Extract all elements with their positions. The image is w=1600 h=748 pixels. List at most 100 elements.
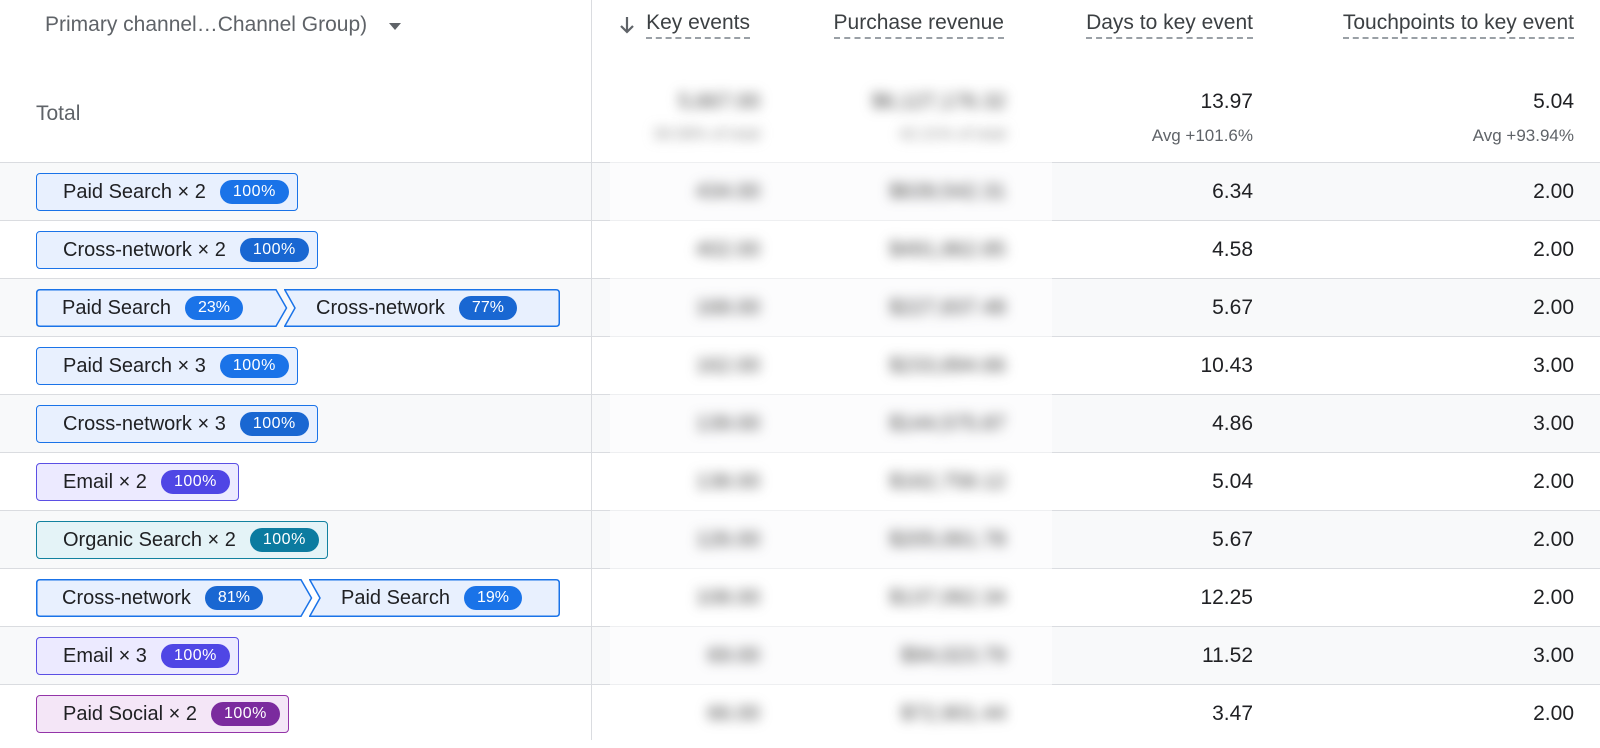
chip-percent: 100% [219, 180, 289, 204]
path-segment[interactable]: Paid Search 19% [309, 579, 560, 617]
touchpoints-cell: 2.00 [1533, 528, 1574, 551]
dimension-selector[interactable]: Primary channel…Channel Group) [45, 10, 402, 40]
days-cell: 5.67 [1212, 528, 1253, 551]
days-cell: 11.52 [1202, 644, 1253, 667]
chip-percent: 100% [210, 702, 280, 726]
days-cell: 5.04 [1212, 470, 1253, 493]
key-events-cell: 108.00 [695, 586, 760, 609]
chip-label: Organic Search × 2 [63, 528, 236, 551]
touchpoints-cell: 2.00 [1533, 180, 1574, 203]
chip-label: Email × 2 [63, 470, 147, 493]
revenue-cell: $94,023.79 [900, 644, 1006, 667]
column-divider [591, 0, 592, 740]
touchpoints-cell: 2.00 [1533, 296, 1574, 319]
touchpoints-cell: 2.00 [1533, 586, 1574, 609]
path-chip[interactable]: Paid Social × 2 100% [36, 695, 289, 733]
path-segment[interactable]: Cross-network 81% [36, 579, 313, 617]
touchpoints-cell: 2.00 [1533, 238, 1574, 261]
revenue-cell: $639,542.31 [889, 180, 1006, 203]
column-label-days-to-key-event[interactable]: Days to key event [1086, 11, 1253, 39]
segment-percent: 19% [463, 586, 522, 610]
column-header-days-to-key-event[interactable]: Days to key event [1086, 8, 1253, 42]
path-chip[interactable]: Paid Search × 2 100% [36, 173, 298, 211]
chip-label: Paid Search × 3 [63, 354, 206, 377]
days-cell: 4.58 [1212, 238, 1253, 261]
chip-percent: 100% [160, 644, 230, 668]
segment-label: Cross-network [316, 296, 445, 319]
segment-percent: 23% [184, 296, 243, 320]
path-segment[interactable]: Paid Search 23% [36, 289, 288, 327]
path-exploration-table: Primary channel…Channel Group) Key event… [0, 0, 1600, 748]
path-cell: Cross-network × 3 100% [36, 405, 318, 443]
column-header-touchpoints[interactable]: Touchpoints to key event [1342, 8, 1574, 42]
path-cell: Paid Social × 2 100% [36, 695, 289, 733]
chip-percent: 100% [160, 470, 230, 494]
days-cell: 12.25 [1200, 586, 1253, 609]
column-header-purchase-revenue[interactable]: Purchase revenue [833, 8, 1004, 42]
path-cell: Email × 2 100% [36, 463, 239, 501]
revenue-cell: $205,061.78 [889, 528, 1006, 551]
caret-down-icon[interactable] [389, 22, 402, 30]
path-segment[interactable]: Cross-network 77% [284, 289, 560, 327]
table-header: Primary channel…Channel Group) Key event… [0, 0, 1600, 60]
key-events-cell: 69.00 [707, 644, 760, 667]
revenue-cell: $72,901.44 [900, 702, 1006, 725]
path-chip[interactable]: Cross-network × 2 100% [36, 231, 318, 269]
total-days-value: 13.97 [1200, 90, 1253, 113]
key-events-cell: 402.00 [695, 238, 760, 261]
days-cell: 5.67 [1212, 296, 1253, 319]
chip-label: Paid Search × 2 [63, 180, 206, 203]
path-chip[interactable]: Email × 2 100% [36, 463, 239, 501]
segment-label: Cross-network [62, 586, 191, 609]
segment-label: Paid Search [62, 296, 171, 319]
key-events-cell: 66.00 [707, 702, 760, 725]
total-revenue-sub: 42.21% of total [899, 126, 1006, 143]
touchpoints-cell: 3.00 [1533, 412, 1574, 435]
touchpoints-cell: 3.00 [1533, 644, 1574, 667]
revenue-cell: $227,837.48 [889, 296, 1006, 319]
days-cell: 10.43 [1200, 354, 1253, 377]
chip-percent: 100% [249, 528, 319, 552]
column-label-touchpoints[interactable]: Touchpoints to key event [1342, 11, 1574, 39]
path-cell: Cross-network 81% Paid Search 19% [36, 579, 560, 617]
path-chip[interactable]: Organic Search × 2 100% [36, 521, 328, 559]
total-touchpoints-value: 5.04 [1533, 90, 1574, 113]
key-events-cell: 168.00 [695, 296, 760, 319]
chip-label: Paid Social × 2 [63, 702, 197, 725]
key-events-cell: 139.00 [695, 412, 760, 435]
chip-percent: 100% [219, 354, 289, 378]
key-events-cell: 434.00 [695, 180, 760, 203]
path-chip[interactable]: Cross-network × 3 100% [36, 405, 318, 443]
segment-percent: 77% [458, 296, 517, 320]
key-events-cell: 138.00 [695, 470, 760, 493]
key-events-cell: 162.00 [695, 354, 760, 377]
days-cell: 6.34 [1212, 180, 1253, 203]
column-label-key-events[interactable]: Key events [646, 11, 750, 39]
redacted-metrics-area: 5,667.00 39.58% of total $6,127,176.32 4… [610, 60, 1052, 740]
revenue-cell: $233,894.66 [889, 354, 1006, 377]
segment-label: Paid Search [341, 586, 450, 609]
column-label-purchase-revenue[interactable]: Purchase revenue [833, 11, 1004, 39]
chip-percent: 100% [239, 238, 309, 262]
total-revenue-value: $6,127,176.32 [871, 90, 1006, 113]
chip-label: Email × 3 [63, 644, 147, 667]
total-label: Total [36, 102, 81, 125]
key-events-cell: 126.00 [695, 528, 760, 551]
revenue-cell: $137,062.34 [889, 586, 1006, 609]
days-cell: 3.47 [1212, 702, 1253, 725]
sort-descending-icon[interactable] [618, 15, 636, 35]
path-chip[interactable]: Email × 3 100% [36, 637, 239, 675]
column-header-key-events[interactable]: Key events [618, 8, 750, 42]
path-cell: Paid Search 23% Cross-network 77% [36, 289, 560, 327]
total-touchpoints-sub: Avg +93.94% [1472, 126, 1574, 145]
chip-percent: 100% [239, 412, 309, 436]
path-cell: Paid Search × 3 100% [36, 347, 298, 385]
revenue-cell: $162,758.12 [889, 470, 1006, 493]
touchpoints-cell: 3.00 [1533, 354, 1574, 377]
revenue-cell: $491,862.85 [889, 238, 1006, 261]
total-key-events-value: 5,667.00 [678, 90, 760, 113]
path-chip[interactable]: Paid Search × 3 100% [36, 347, 298, 385]
segment-percent: 81% [204, 586, 263, 610]
path-cell: Paid Search × 2 100% [36, 173, 298, 211]
days-cell: 4.86 [1212, 412, 1253, 435]
